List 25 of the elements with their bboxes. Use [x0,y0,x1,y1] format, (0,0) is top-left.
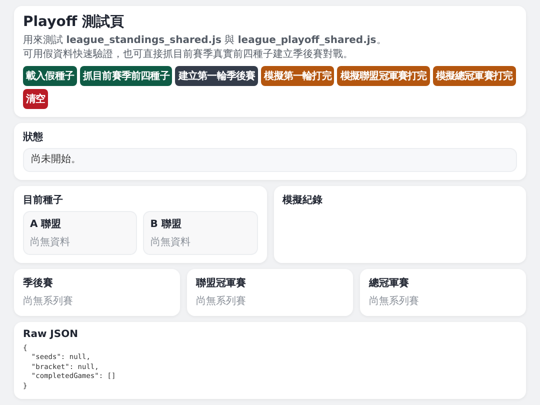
action-button[interactable]: 模擬聯盟冠軍賽打完 [337,66,430,86]
section-title: 模擬紀錄 [282,194,324,207]
action-button[interactable]: 抓目前賽季前四種子 [80,66,172,86]
empty-text: 尚無系列賽 [369,294,420,308]
empty-text: 尚無系列賽 [196,294,247,308]
action-button[interactable]: 建立第一輪季後賽 [175,66,258,86]
note-text: 可用假資料快速驗證，也可直接抓目前賽季真實前四種子建立季後賽對戰。 [23,48,354,61]
section-title: 季後賽 [23,276,54,290]
status-message: 尚未開始。 [23,148,517,172]
empty-text: 尚無資料 [150,236,192,249]
action-button[interactable]: 模擬總冠軍賽打完 [432,66,516,86]
action-button[interactable]: 載入假種子 [23,66,78,86]
league-name: B 聯盟 [150,218,182,231]
empty-text: 尚無資料 [30,236,71,249]
action-button[interactable]: 模擬第一輪打完 [261,66,334,86]
section-title: 總冠軍賽 [369,276,410,290]
action-button[interactable]: 清空 [23,89,48,109]
section-title: 聯盟冠軍賽 [196,276,247,290]
section-title: Raw JSON [23,329,79,340]
section-title: 狀態 [23,130,44,144]
empty-text: 尚無系列賽 [23,294,74,308]
description-text: 用來測試 league_standings_shared.js 與 league_playoff_shared.js。 [23,34,388,48]
page-title: Playoff 測試頁 [23,13,126,31]
section-title: 目前種子 [23,194,64,207]
league-name: A 聯盟 [30,218,62,231]
